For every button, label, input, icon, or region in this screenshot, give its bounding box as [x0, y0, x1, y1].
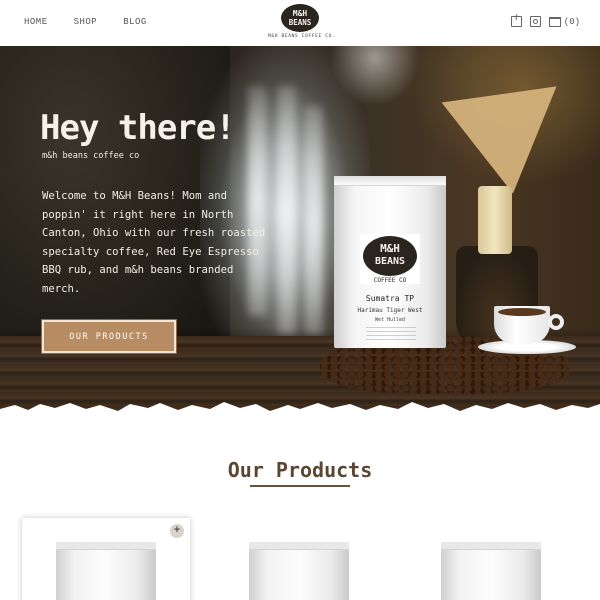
nav-blog-link[interactable]: BLOG — [123, 17, 147, 27]
cart-icon — [548, 16, 561, 27]
hero-bg-sky — [330, 46, 420, 106]
bag-logo-line-3: COFFEE CO — [374, 277, 407, 284]
product-grid: + — [22, 518, 582, 600]
add-product-button[interactable]: + — [170, 524, 184, 538]
product-card[interactable] — [215, 518, 383, 600]
hero-description: Welcome to M&H Beans! Mom and poppin' it… — [42, 190, 266, 295]
coffee-bag-image: M&H BEANS COFFEE CO Sumatra TP Harimau T… — [334, 176, 446, 348]
site-logo[interactable]: M&H BEANS M&H BEANS COFFEE CO. — [268, 3, 336, 39]
products-heading-underline — [250, 485, 350, 487]
site-header: HOME SHOP BLOG M&H BEANS M&H BEANS COFFE… — [0, 0, 600, 46]
bag-variety: Harimau Tiger West — [357, 307, 423, 314]
product-bag-image — [249, 542, 349, 600]
logo-line-2: BEANS — [289, 18, 312, 27]
bag-logo: M&H BEANS COFFEE CO — [360, 234, 420, 284]
coffee-cup — [494, 306, 550, 344]
product-card[interactable] — [407, 518, 575, 600]
hero-banner: Hey there! m&h beans coffee co Welcome t… — [0, 46, 600, 416]
bag-process: Wet Hulled — [374, 317, 406, 323]
bag-logo-line-2: BEANS — [375, 256, 405, 267]
torn-edge-divider — [0, 402, 600, 416]
our-products-button[interactable]: OUR PRODUCTS — [41, 319, 177, 354]
bag-product-name: Sumatra TP — [365, 294, 415, 303]
cup-handle — [548, 314, 564, 330]
products-heading: Our Products — [227, 458, 373, 482]
bag-fine-print — [366, 327, 416, 341]
main-nav: HOME SHOP BLOG — [24, 17, 147, 27]
logo-tagline: M&H BEANS COFFEE CO. — [268, 34, 336, 39]
facebook-icon[interactable]: f — [510, 15, 522, 27]
nav-shop-link[interactable]: SHOP — [74, 17, 98, 27]
instagram-icon[interactable] — [529, 16, 541, 27]
header-icons: f (0) — [510, 15, 580, 27]
logo-line-1: M&H — [293, 9, 308, 18]
product-bag-image — [56, 542, 156, 600]
nav-home-link[interactable]: HOME — [24, 17, 48, 27]
cart-count: (0) — [563, 16, 580, 27]
logo-mark: M&H BEANS — [281, 4, 319, 32]
cart-button[interactable]: (0) — [548, 16, 580, 27]
hero-subtitle: m&h beans coffee co — [42, 151, 140, 161]
product-card[interactable]: + — [22, 518, 190, 600]
bag-logo-line-1: M&H — [380, 242, 400, 255]
chemex-filter — [441, 86, 571, 202]
chemex-wood-collar — [478, 186, 512, 254]
product-bag-image — [441, 542, 541, 600]
hero-title: Hey there! — [40, 108, 236, 148]
